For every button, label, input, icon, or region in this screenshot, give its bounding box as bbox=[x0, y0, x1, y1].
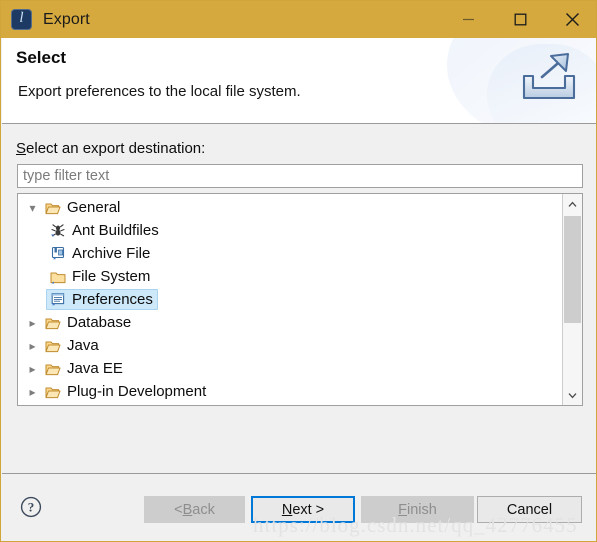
chevron-right-icon[interactable]: ▸ bbox=[24, 385, 41, 399]
cancel-button-label: Cancel bbox=[506, 501, 553, 518]
tree-item-java-ee[interactable]: ▸ Java EE bbox=[18, 357, 562, 380]
preferences-icon bbox=[48, 292, 68, 307]
svg-text:?: ? bbox=[28, 500, 35, 515]
tree-item-ant-buildfiles[interactable]: Ant Buildfiles bbox=[18, 219, 562, 242]
tree-item-label: Java EE bbox=[67, 360, 123, 377]
cancel-button[interactable]: Cancel bbox=[477, 496, 582, 523]
tree-item-content: Archive File bbox=[46, 243, 155, 264]
page-title: Select bbox=[16, 48, 67, 67]
tree-item-label: Archive File bbox=[72, 245, 151, 262]
tree-item-file-system[interactable]: File System bbox=[18, 265, 562, 288]
tree-scrollbar[interactable] bbox=[562, 194, 582, 405]
back-button-label: ack bbox=[192, 501, 215, 518]
tree-item-label: General bbox=[67, 199, 121, 216]
folder-open-icon bbox=[43, 385, 63, 399]
tree-item-label: Database bbox=[67, 314, 132, 331]
next-button-mnemonic: N bbox=[281, 501, 293, 518]
folder-open-icon bbox=[43, 201, 63, 215]
chevron-down-icon[interactable]: ▾ bbox=[24, 201, 41, 215]
tree-item-content: Java EE bbox=[41, 358, 128, 379]
tree-item-content: Plug-in Development bbox=[41, 381, 211, 402]
wizard-banner: Select Export preferences to the local f… bbox=[2, 38, 596, 123]
tree-item-label: Preferences bbox=[72, 291, 153, 308]
scrollbar-thumb[interactable] bbox=[564, 216, 581, 323]
tree-item-database[interactable]: ▸ Database bbox=[18, 311, 562, 334]
tree-items: ▾ General Ant Buildfiles Archive File Fi… bbox=[18, 196, 562, 403]
tree-item-content: File System bbox=[46, 266, 155, 287]
export-destination-tree[interactable]: ▾ General Ant Buildfiles Archive File Fi… bbox=[17, 193, 583, 406]
dialog-footer: ? < Back Next > Finish Cancel bbox=[2, 474, 596, 541]
window-controls bbox=[442, 1, 596, 38]
window-title: Export bbox=[43, 10, 90, 28]
export-tray-arrow-icon bbox=[518, 50, 580, 108]
page-description: Export preferences to the local file sys… bbox=[18, 83, 301, 100]
back-button-mnemonic: B bbox=[182, 501, 193, 518]
eclipse-logo-icon: ӏ bbox=[11, 9, 32, 30]
tree-item-content: Database bbox=[41, 312, 136, 333]
chevron-up-icon[interactable] bbox=[563, 194, 582, 214]
tree-item-archive-file[interactable]: Archive File bbox=[18, 242, 562, 265]
tree-item-label: Java bbox=[67, 337, 99, 354]
tree-item-label: File System bbox=[72, 268, 151, 285]
help-button[interactable]: ? bbox=[20, 496, 42, 518]
chevron-right-icon[interactable]: ▸ bbox=[24, 316, 41, 330]
archive-file-icon bbox=[48, 246, 68, 261]
tree-item-content: General bbox=[41, 197, 125, 218]
chevron-down-icon[interactable] bbox=[563, 385, 582, 405]
folder-open-icon bbox=[43, 316, 63, 330]
folder-icon bbox=[48, 270, 68, 284]
maximize-icon[interactable] bbox=[494, 1, 546, 38]
destination-label: Select an export destination: bbox=[16, 140, 205, 157]
finish-button-mnemonic: F bbox=[398, 501, 408, 518]
tree-item-plug-in-development[interactable]: ▸ Plug-in Development bbox=[18, 380, 562, 403]
tree-item-content: Ant Buildfiles bbox=[46, 220, 164, 241]
close-icon[interactable] bbox=[546, 1, 596, 38]
tree-item-content: Preferences bbox=[46, 289, 158, 310]
title-bar: ӏ Export bbox=[1, 1, 596, 38]
destination-label-mnemonic: S bbox=[16, 140, 27, 157]
back-button-prefix: < bbox=[174, 501, 183, 518]
destination-label-text: elect an export destination: bbox=[26, 140, 206, 157]
tree-item-java[interactable]: ▸ Java bbox=[18, 334, 562, 357]
finish-button[interactable]: Finish bbox=[361, 496, 474, 523]
ant-icon bbox=[48, 223, 68, 238]
folder-open-icon bbox=[43, 339, 63, 353]
eclipse-logo-glyph: ӏ bbox=[19, 10, 24, 26]
tree-item-label: Ant Buildfiles bbox=[72, 222, 159, 239]
chevron-right-icon[interactable]: ▸ bbox=[24, 339, 41, 353]
tree-item-content: Java bbox=[41, 335, 104, 356]
tree-item-preferences[interactable]: Preferences bbox=[18, 288, 562, 311]
back-button[interactable]: < Back bbox=[144, 496, 245, 523]
finish-button-label: inish bbox=[407, 501, 437, 518]
next-button[interactable]: Next > bbox=[251, 496, 355, 523]
folder-open-icon bbox=[43, 362, 63, 376]
next-button-label: ext > bbox=[292, 501, 325, 518]
dialog-body: Select an export destination: ▾ General bbox=[2, 124, 596, 473]
minimize-icon[interactable] bbox=[442, 1, 494, 38]
export-dialog: ӏ Export Select Export preferences to th… bbox=[0, 0, 597, 542]
filter-input[interactable] bbox=[17, 164, 583, 188]
chevron-right-icon[interactable]: ▸ bbox=[24, 362, 41, 376]
tree-item-label: Plug-in Development bbox=[67, 383, 207, 400]
tree-item-general[interactable]: ▾ General bbox=[18, 196, 562, 219]
